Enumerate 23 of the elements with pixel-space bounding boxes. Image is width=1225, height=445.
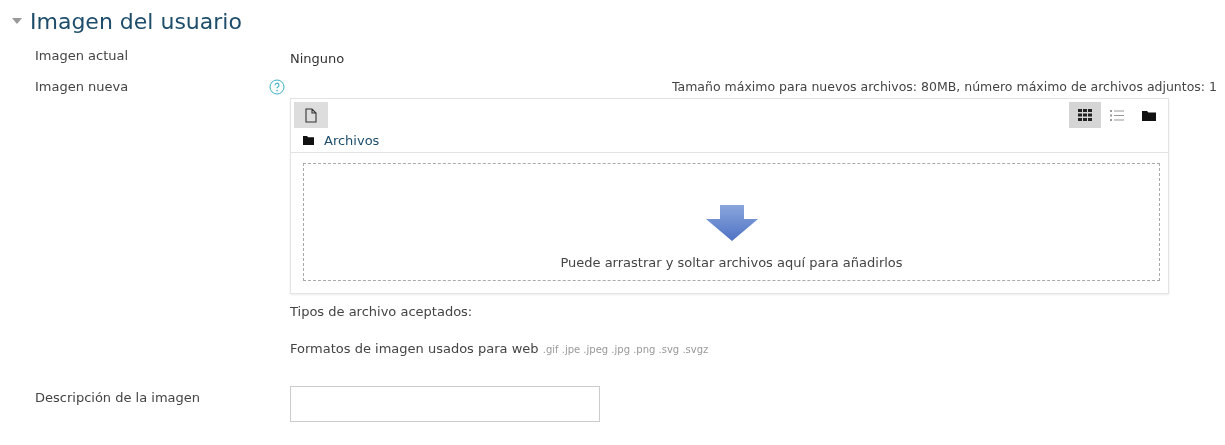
section-title: Imagen del usuario bbox=[30, 8, 242, 34]
file-icon bbox=[305, 107, 317, 123]
field-label: Imagen nueva bbox=[35, 79, 129, 95]
grid-icon bbox=[1078, 109, 1092, 121]
list-icon bbox=[1110, 109, 1124, 121]
field-label: Imagen actual bbox=[35, 48, 129, 63]
field-label: Descripción de la imagen bbox=[35, 390, 201, 405]
folder-link[interactable]: Archivos bbox=[324, 133, 380, 148]
description-field[interactable] bbox=[290, 386, 600, 422]
icons-view-button[interactable] bbox=[1069, 102, 1101, 128]
drop-zone[interactable]: Puede arrastrar y soltar archivos aquí para añadirlos bbox=[303, 163, 1160, 281]
upload-limits: Tamaño máximo para nuevos archivos: 80MB, número máximo de archivos adjuntos: 1 bbox=[670, 79, 1217, 94]
help-icon[interactable] bbox=[269, 79, 285, 95]
caret-icon[interactable] bbox=[12, 18, 22, 24]
folder-icon bbox=[1142, 109, 1156, 121]
add-file-button[interactable] bbox=[294, 102, 328, 128]
accepted-types-label: Tipos de archivo aceptados: bbox=[290, 304, 474, 319]
field-value: Ninguno bbox=[290, 51, 345, 66]
accepted-types-group: Formatos de imagen usados para web bbox=[290, 341, 539, 356]
folder-icon bbox=[303, 136, 314, 145]
file-extensions: .gif .jpe .jpeg .jpg .png .svg .svgz bbox=[542, 344, 709, 355]
down-arrow-icon bbox=[705, 205, 758, 241]
drop-hint: Puede arrastrar y soltar archivos aquí para añadirlos bbox=[560, 255, 903, 270]
